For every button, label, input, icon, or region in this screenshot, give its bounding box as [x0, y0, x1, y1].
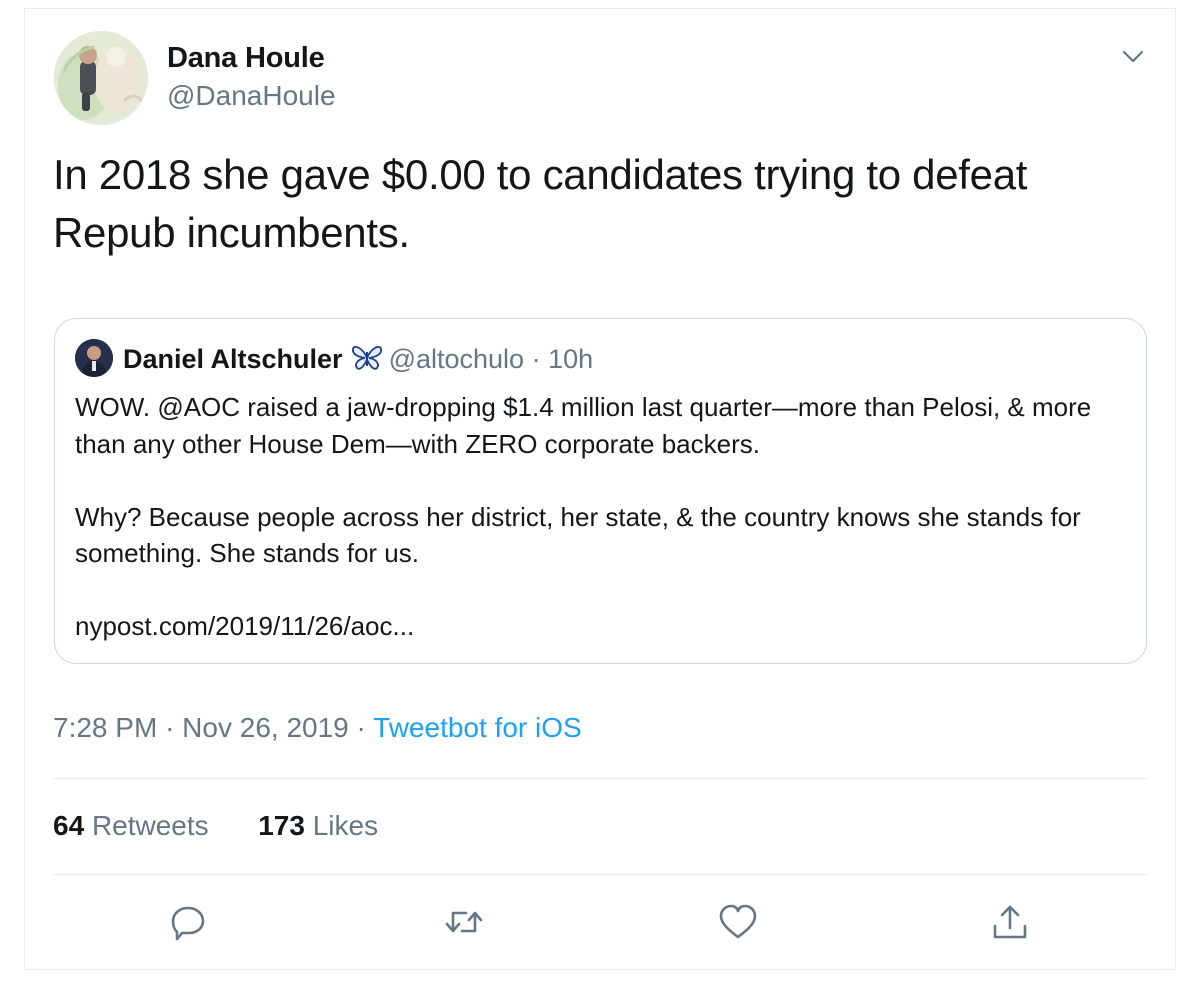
like-icon[interactable] — [718, 902, 758, 942]
meta-separator: · — [165, 712, 175, 743]
retweet-icon[interactable] — [444, 902, 484, 942]
quoted-tweet[interactable]: Daniel Altschuler @altochulo · 10h WOW. … — [54, 318, 1147, 664]
quoted-body: WOW. @AOC raised a jaw-dropping $1.4 mil… — [75, 389, 1125, 645]
chevron-down-icon[interactable] — [1119, 42, 1147, 70]
divider — [53, 874, 1148, 875]
tweet-date[interactable]: Nov 26, 2019 — [182, 712, 349, 743]
share-icon[interactable] — [990, 902, 1030, 942]
retweets-stat[interactable]: 64 Retweets — [53, 810, 209, 841]
author-avatar[interactable] — [54, 31, 148, 125]
quoted-author-name[interactable]: Daniel Altschuler — [123, 344, 343, 374]
divider — [53, 778, 1148, 779]
tweet-meta: 7:28 PM · Nov 26, 2019 · Tweetbot for iO… — [53, 712, 582, 744]
quoted-paragraph: WOW. @AOC raised a jaw-dropping $1.4 mil… — [75, 392, 1092, 459]
tweet-text: In 2018 she gave $0.00 to candidates try… — [53, 151, 1028, 256]
quoted-separator: · — [531, 344, 541, 374]
quoted-header: Daniel Altschuler @altochulo · 10h — [123, 341, 593, 377]
tweet-time[interactable]: 7:28 PM — [53, 712, 157, 743]
likes-stat[interactable]: 173 Likes — [258, 810, 378, 841]
quoted-link[interactable]: nypost.com/2019/11/26/aoc... — [75, 608, 1125, 645]
likes-count: 173 — [258, 810, 305, 841]
retweets-label: Retweets — [91, 810, 209, 841]
quoted-author-handle[interactable]: @altochulo — [389, 344, 525, 374]
likes-label: Likes — [312, 810, 379, 841]
author-name[interactable]: Dana Houle — [167, 42, 325, 75]
tweet-stats: 64 Retweets 173 Likes — [53, 810, 378, 842]
meta-separator: · — [356, 712, 366, 743]
quoted-author-avatar[interactable] — [75, 339, 113, 377]
butterfly-icon — [351, 344, 383, 372]
quoted-paragraph: Why? Because people across her district,… — [75, 501, 1081, 569]
tweet-source-link[interactable]: Tweetbot for iOS — [373, 712, 582, 743]
retweets-count: 64 — [53, 810, 85, 841]
tweet-page: Dana Houle @DanaHoule In 2018 she gave $… — [0, 0, 1200, 986]
reply-icon[interactable] — [168, 902, 208, 942]
quoted-age[interactable]: 10h — [548, 344, 593, 374]
author-handle[interactable]: @DanaHoule — [167, 80, 336, 112]
